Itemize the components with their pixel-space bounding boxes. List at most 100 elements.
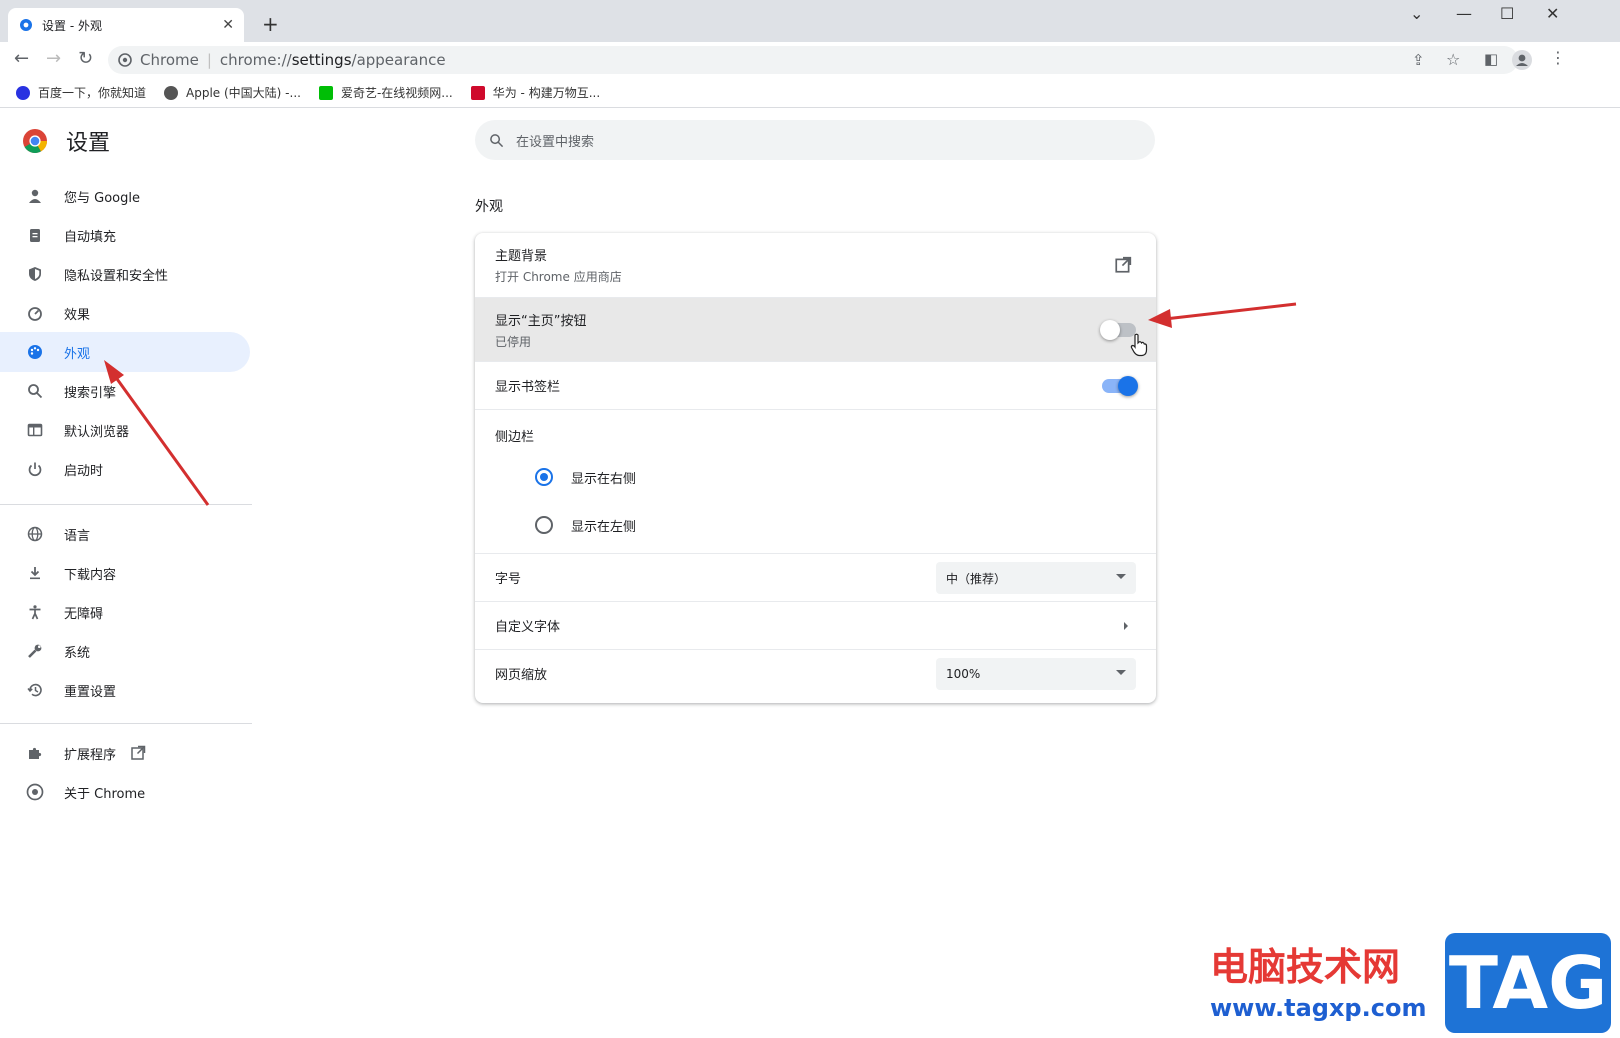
font-size-select[interactable]: 中（推荐） (936, 562, 1136, 594)
watermark-text: 电脑技术网 (1210, 945, 1401, 989)
site-name: Chrome (140, 51, 199, 69)
bookmarks-bar: 百度一下，你就知道 Apple (中国大陆) -... 爱奇艺-在线视频网...… (0, 78, 1620, 108)
forward-arrow-icon[interactable]: → (46, 48, 61, 69)
appearance-card: 主题背景 打开 Chrome 应用商店 显示“主页”按钮 已停用 显示书签栏 侧… (475, 233, 1156, 703)
watermark-logo: TAG (1445, 933, 1611, 1033)
side-panel-icon[interactable]: ◧ (1484, 50, 1498, 68)
bookmarks-bar-label: 显示书签栏 (495, 380, 561, 395)
iqiyi-icon (318, 85, 333, 100)
sidebar-item-languages[interactable]: 语言 (0, 514, 250, 554)
side-panel-right-radio[interactable] (535, 468, 553, 486)
chrome-logo-icon (23, 129, 47, 154)
side-panel-right-label[interactable]: 显示在右侧 (571, 468, 636, 487)
minimize-button[interactable]: — (1456, 4, 1472, 23)
share-icon[interactable]: ⇪ (1412, 51, 1425, 69)
reload-icon[interactable]: ↻ (78, 48, 93, 69)
custom-fonts-row[interactable]: 自定义字体 (475, 601, 1156, 649)
sidebar-item-performance[interactable]: 效果 (0, 293, 250, 333)
sidebar-item-you-and-google[interactable]: 您与 Google (0, 176, 250, 216)
sidebar-item-label: 重置设置 (64, 684, 117, 700)
sidebar-item-label: 启动时 (64, 463, 104, 479)
annotation-arrow-toggle (1148, 302, 1297, 328)
sidebar-item-about-chrome[interactable]: 关于 Chrome (0, 772, 250, 812)
power-icon (26, 460, 44, 478)
custom-fonts-label: 自定义字体 (495, 620, 561, 635)
sidebar-item-appearance[interactable]: 外观 (0, 332, 250, 372)
shield-icon (26, 265, 44, 283)
sidebar-item-label: 默认浏览器 (64, 424, 130, 440)
zoom-value: 100% (946, 667, 981, 681)
search-placeholder: 在设置中搜索 (516, 134, 595, 150)
bookmark-iqiyi[interactable]: 爱奇艺-在线视频网... (318, 84, 453, 101)
open-external-icon (131, 745, 146, 760)
menu-kebab-icon[interactable]: ⋮ (1550, 48, 1566, 67)
watermark-url: www.tagxp.com (1210, 994, 1427, 1022)
sidebar-item-reset[interactable]: 重置设置 (0, 670, 250, 710)
chevron-right-icon (1124, 622, 1128, 630)
sidebar-item-downloads[interactable]: 下载内容 (0, 553, 250, 593)
sidebar-item-search-engine[interactable]: 搜索引擎 (0, 371, 250, 411)
profile-avatar-icon[interactable] (1512, 50, 1532, 70)
sidebar-item-on-startup[interactable]: 启动时 (0, 449, 250, 489)
sidebar-item-label: 无障碍 (64, 606, 104, 622)
home-button-row[interactable]: 显示“主页”按钮 已停用 (475, 297, 1156, 361)
tab-search-dropdown[interactable]: ⌄ (1410, 4, 1423, 23)
puzzle-icon (26, 744, 44, 762)
sidebar-item-label: 自动填充 (64, 229, 117, 245)
speedometer-icon (26, 304, 44, 322)
download-icon (26, 564, 44, 582)
bookmark-huawei[interactable]: 华为 - 构建万物互... (470, 84, 600, 101)
window-close-button[interactable]: ✕ (1546, 4, 1559, 23)
bookmark-star-icon[interactable]: ☆ (1446, 50, 1460, 69)
hand-cursor-icon (1130, 333, 1148, 357)
side-panel-left-label[interactable]: 显示在左侧 (571, 516, 636, 535)
tab-close-button[interactable]: ✕ (222, 17, 234, 33)
bookmark-label: 爱奇艺-在线视频网... (340, 86, 453, 100)
sidebar-item-label: 外观 (64, 346, 91, 362)
home-button-label: 显示“主页”按钮 (495, 313, 587, 329)
bookmark-label: 百度一下，你就知道 (38, 86, 147, 100)
bookmark-apple[interactable]: Apple (中国大陆) -... (164, 84, 301, 101)
side-panel-row: 侧边栏 显示在右侧 显示在左侧 (475, 409, 1156, 553)
bookmarks-bar-row[interactable]: 显示书签栏 (475, 361, 1156, 409)
sidebar-item-label: 搜索引擎 (64, 385, 117, 401)
font-size-label: 字号 (495, 572, 522, 587)
sidebar-item-default-browser[interactable]: 默认浏览器 (0, 410, 250, 450)
side-panel-label: 侧边栏 (495, 430, 535, 445)
font-size-value: 中（推荐） (946, 571, 1007, 586)
sidebar-item-privacy[interactable]: 隐私设置和安全性 (0, 254, 250, 294)
theme-label: 主题背景 (495, 249, 548, 264)
palette-icon (26, 343, 44, 361)
new-tab-button[interactable]: + (262, 12, 279, 36)
tab-strip: 设置 - 外观 ✕ + ⌄ — ☐ ✕ (0, 0, 1620, 42)
sidebar-item-label: 隐私设置和安全性 (64, 268, 169, 284)
page-title: 设置 (66, 131, 111, 156)
maximize-button[interactable]: ☐ (1500, 4, 1514, 23)
settings-sidebar: 设置 您与 Google 自动填充 隐私设置和安全性 效果 外观 搜索引擎 默认… (0, 108, 260, 1038)
sidebar-item-label: 下载内容 (64, 567, 117, 583)
zoom-select[interactable]: 100% (936, 658, 1136, 690)
sidebar-item-autofill[interactable]: 自动填充 (0, 215, 250, 255)
sidebar-item-extensions[interactable]: 扩展程序 (0, 733, 250, 773)
open-external-icon[interactable] (1114, 256, 1132, 274)
sidebar-item-label: 关于 Chrome (64, 786, 146, 802)
settings-search-input[interactable]: 在设置中搜索 (475, 120, 1155, 160)
zoom-row: 网页缩放 100% (475, 649, 1156, 697)
bookmark-baidu[interactable]: 百度一下，你就知道 (16, 84, 146, 101)
side-panel-left-radio[interactable] (535, 516, 553, 534)
clipboard-icon (26, 226, 44, 244)
back-arrow-icon[interactable]: ← (14, 48, 29, 69)
search-icon (490, 133, 504, 147)
bookmarks-bar-toggle[interactable] (1102, 376, 1138, 396)
bookmark-label: Apple (中国大陆) -... (186, 86, 301, 100)
tab-settings[interactable]: 设置 - 外观 ✕ (8, 8, 244, 42)
zoom-label: 网页缩放 (495, 668, 548, 683)
sidebar-item-label: 语言 (64, 528, 91, 544)
sidebar-item-system[interactable]: 系统 (0, 631, 250, 671)
address-bar[interactable]: Chrome | chrome://settings/appearance (108, 46, 1518, 74)
sidebar-item-accessibility[interactable]: 无障碍 (0, 592, 250, 632)
search-icon (26, 382, 44, 400)
sidebar-divider (0, 723, 252, 724)
theme-row[interactable]: 主题背景 打开 Chrome 应用商店 (475, 233, 1156, 297)
address-separator: | (206, 51, 212, 69)
